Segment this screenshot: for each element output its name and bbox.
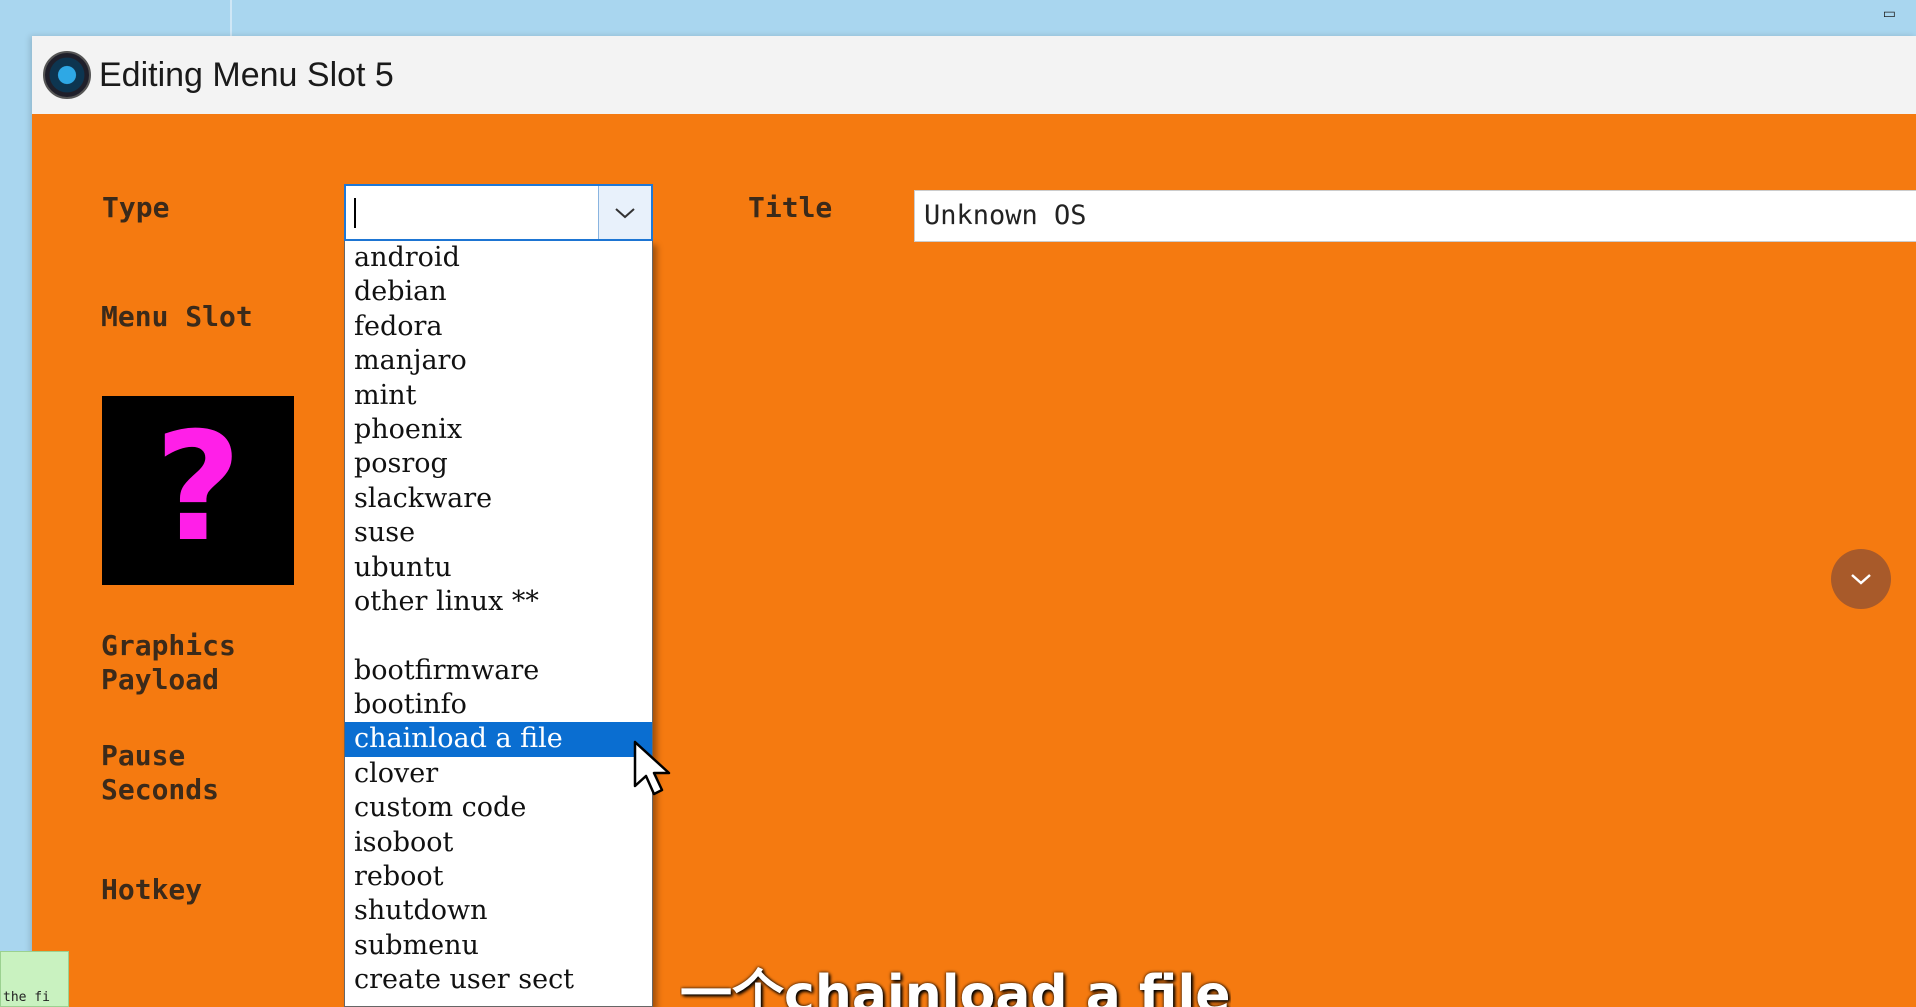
video-subtitle: 一个chainload a file xyxy=(680,965,1231,1007)
dropdown-option[interactable]: bootfirmware xyxy=(345,654,652,688)
pause-seconds-label: Pause Seconds xyxy=(101,739,220,806)
dropdown-option[interactable]: other linux ** xyxy=(345,585,652,619)
type-dropdown-list: android debian fedora manjaro mint phoenix pos… xyxy=(344,241,653,1007)
dropdown-option[interactable]: shutdown xyxy=(345,894,652,928)
dropdown-option[interactable]: clover xyxy=(345,757,652,791)
dropdown-option[interactable]: ubuntu xyxy=(345,551,652,585)
dropdown-option[interactable]: suse xyxy=(345,516,652,550)
window-title: Editing Menu Slot 5 xyxy=(99,55,394,94)
dropdown-option[interactable]: fedora xyxy=(345,310,652,344)
dropdown-option[interactable]: submenu xyxy=(345,929,652,963)
status-chip: the fi xyxy=(0,951,69,1007)
title-bar[interactable]: Editing Menu Slot 5 xyxy=(32,36,1916,114)
menu-slot-label: Menu Slot xyxy=(101,300,253,333)
text-caret xyxy=(354,198,356,228)
editor-window: Editing Menu Slot 5 Type Menu Slot Graph… xyxy=(32,36,1916,1007)
dropdown-option[interactable]: android xyxy=(345,241,652,275)
graphics-payload-label: Graphics Payload xyxy=(101,629,236,696)
title-label: Title xyxy=(748,191,833,224)
dropdown-option[interactable]: bootinfo xyxy=(345,688,652,722)
scroll-down-button[interactable] xyxy=(1831,549,1891,609)
tray-icon[interactable]: ▭ xyxy=(1883,6,1896,22)
icon-glyph: ? xyxy=(154,421,241,561)
type-combobox[interactable] xyxy=(344,184,653,241)
dropdown-option[interactable]: chainload a file xyxy=(345,722,652,757)
dropdown-option[interactable]: isoboot xyxy=(345,826,652,860)
dropdown-option[interactable]: create user sect xyxy=(345,963,652,997)
dropdown-option[interactable]: reboot xyxy=(345,860,652,894)
dropdown-option[interactable]: custom code xyxy=(345,791,652,825)
chevron-down-icon xyxy=(1851,574,1871,585)
dropdown-option[interactable]: mint xyxy=(345,379,652,413)
chevron-down-icon xyxy=(615,207,635,218)
os-icon-preview[interactable]: ? xyxy=(102,396,294,585)
mouse-pointer-icon xyxy=(633,740,673,802)
dropdown-option[interactable]: slackware xyxy=(345,482,652,516)
dropdown-option[interactable]: debian xyxy=(345,275,652,309)
app-logo-icon xyxy=(43,51,91,99)
dropdown-option[interactable]: phoenix xyxy=(345,413,652,447)
type-label: Type xyxy=(102,191,170,224)
title-input[interactable]: Unknown OS xyxy=(914,190,1916,242)
hotkey-label: Hotkey xyxy=(101,873,203,906)
dropdown-option[interactable]: posrog xyxy=(345,447,652,481)
dropdown-separator xyxy=(345,619,652,653)
desktop-divider xyxy=(230,0,232,36)
type-dropdown-button[interactable] xyxy=(598,186,651,239)
dropdown-option[interactable]: manjaro xyxy=(345,344,652,378)
question-mark-icon: ? xyxy=(154,421,241,561)
